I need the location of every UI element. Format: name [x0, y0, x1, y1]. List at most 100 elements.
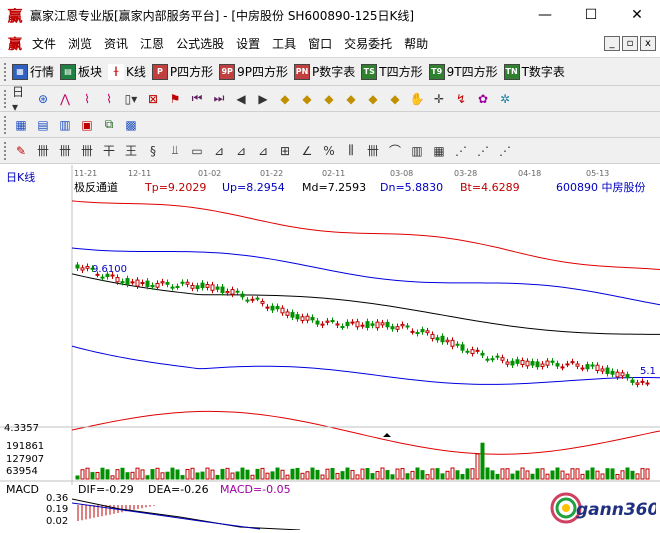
calculator-icon[interactable]: ▤	[34, 116, 52, 134]
diag-tool-icon[interactable]: ⋰	[496, 142, 514, 160]
p-square-button[interactable]: P P四方形	[151, 63, 214, 80]
gift-icon[interactable]: ✿	[474, 90, 492, 108]
fan-2-icon[interactable]: ⊿	[232, 142, 250, 160]
volume-bar	[180, 475, 185, 480]
bars-alt-icon[interactable]: ⌇	[100, 90, 118, 108]
stairs-tool-icon[interactable]: ▦	[430, 142, 448, 160]
gear-icon[interactable]: ✲	[496, 90, 514, 108]
9p-square-button[interactable]: 9P 9P四方形	[219, 63, 288, 80]
menu-settings[interactable]: 设置	[230, 35, 266, 52]
text-tool-icon[interactable]: ⊞	[276, 142, 294, 160]
toolbar-grip[interactable]	[4, 115, 8, 134]
percent-icon[interactable]: %	[320, 142, 338, 160]
bars-icon[interactable]: ⌇	[78, 90, 96, 108]
gann-box-2-icon[interactable]: 卌	[78, 142, 96, 160]
wave-tool-icon[interactable]: ⋰	[452, 142, 470, 160]
volume-bar	[315, 469, 320, 480]
volume-bar	[325, 468, 330, 480]
export-icon[interactable]: ⧉	[100, 116, 118, 134]
mdi-close-button[interactable]: x	[640, 36, 656, 51]
t-number-table-button[interactable]: TN T数字表	[503, 63, 565, 80]
menu-file[interactable]: 文件	[26, 35, 62, 52]
fork-2-icon[interactable]: 王	[122, 142, 140, 160]
volume-bar	[555, 467, 560, 480]
wave-icon[interactable]: ⋀	[56, 90, 74, 108]
trend-icon[interactable]: ↯	[452, 90, 470, 108]
crosshair-icon[interactable]: ✛	[430, 90, 448, 108]
menu-trade[interactable]: 交易委托	[338, 35, 398, 52]
save-icon[interactable]: ▣	[78, 116, 96, 134]
zoom-icon[interactable]: ⊠	[144, 90, 162, 108]
candle-body	[290, 312, 295, 318]
diamond-2-icon[interactable]: ◆	[298, 90, 316, 108]
print-icon[interactable]: ▩	[122, 116, 140, 134]
arc-tool-icon[interactable]: ⌒	[386, 142, 404, 160]
menu-browse[interactable]: 浏览	[62, 35, 98, 52]
p-square-label: P四方形	[169, 65, 214, 79]
rect-tool-icon[interactable]: ▭	[188, 142, 206, 160]
diamond-4-icon[interactable]: ◆	[342, 90, 360, 108]
menu-info[interactable]: 资讯	[98, 35, 134, 52]
menu-help[interactable]: 帮助	[398, 35, 434, 52]
fork-icon[interactable]: 干	[100, 142, 118, 160]
first-page-icon[interactable]: ⏮	[188, 90, 206, 108]
diamond-6-icon[interactable]: ◆	[386, 90, 404, 108]
cycle-tool-icon[interactable]: ⋰	[474, 142, 492, 160]
hand-icon[interactable]: ✋	[408, 90, 426, 108]
toolbar-grip[interactable]	[4, 141, 8, 160]
pen-icon[interactable]: ✎	[12, 142, 30, 160]
t-square-button[interactable]: TS T四方形	[361, 63, 423, 80]
menu-window[interactable]: 窗口	[302, 35, 338, 52]
9t-square-button[interactable]: T9 9T四方形	[428, 63, 498, 80]
p-number-label: P数字表	[312, 65, 356, 79]
fan-3-icon[interactable]: ⊿	[254, 142, 272, 160]
flag-icon[interactable]: ⚑	[166, 90, 184, 108]
quotes-button[interactable]: ▦ 行情	[12, 63, 54, 80]
last-page-icon[interactable]: ⏭	[210, 90, 228, 108]
candle-body	[390, 326, 395, 330]
volume-bar	[95, 471, 100, 480]
toolbar-grip[interactable]	[4, 89, 8, 108]
p-number-table-button[interactable]: PN P数字表	[294, 63, 355, 80]
diamond-1-icon[interactable]: ◆	[276, 90, 294, 108]
calendar-icon[interactable]: ▦	[12, 116, 30, 134]
grid-lines-icon[interactable]: 卌	[34, 142, 52, 160]
document-icon[interactable]: 赢	[4, 34, 26, 54]
close-button[interactable]: ✕	[614, 0, 660, 30]
notebook-icon[interactable]: ▥	[56, 116, 74, 134]
grid-tool-icon[interactable]: 卌	[364, 142, 382, 160]
kline-chart[interactable]: 日K线 11-21 12-11 01-02 01-22 02-11 03-08 …	[0, 165, 660, 531]
menu-gann[interactable]: 江恩	[134, 35, 170, 52]
toolbar-grip[interactable]	[4, 62, 8, 81]
line-tool-icon[interactable]: ⫫	[166, 142, 184, 160]
up-value: Up=8.2954	[222, 181, 285, 194]
volume-bar	[485, 467, 490, 480]
square-tool-icon[interactable]: ▥	[408, 142, 426, 160]
kline-button[interactable]: ╫ K线	[108, 63, 146, 80]
fan-icon[interactable]: ⊿	[210, 142, 228, 160]
chart-svg[interactable]: 日K线 11-21 12-11 01-02 01-22 02-11 03-08 …	[0, 165, 660, 531]
menu-formula[interactable]: 公式选股	[170, 35, 230, 52]
gann-box-icon[interactable]: 卌	[56, 142, 74, 160]
mdi-restore-button[interactable]: ▫	[622, 36, 638, 51]
spiral-icon[interactable]: §	[144, 142, 162, 160]
menu-tools[interactable]: 工具	[266, 35, 302, 52]
maximize-button[interactable]: ☐	[568, 0, 614, 30]
candle-type-icon[interactable]: ▯▾	[122, 90, 140, 108]
day-period-icon[interactable]: 日▾	[12, 85, 30, 114]
volume-bar	[340, 471, 345, 480]
pattern-icon[interactable]: ⊛	[34, 90, 52, 108]
mdi-minimize-button[interactable]: _	[604, 36, 620, 51]
macd-tick: 0.36	[46, 493, 68, 504]
bars-tool-icon[interactable]: ⫼	[342, 142, 360, 160]
diamond-5-icon[interactable]: ◆	[364, 90, 382, 108]
volume-bar	[170, 467, 175, 480]
sector-button[interactable]: ▤ 板块	[60, 63, 102, 80]
gann360-logo: gann360	[546, 488, 660, 528]
minimize-button[interactable]: —	[522, 0, 568, 30]
next-icon[interactable]: ▶	[254, 90, 272, 108]
candle-body	[205, 284, 210, 288]
prev-icon[interactable]: ◀	[232, 90, 250, 108]
diamond-3-icon[interactable]: ◆	[320, 90, 338, 108]
angle-icon[interactable]: ∠	[298, 142, 316, 160]
